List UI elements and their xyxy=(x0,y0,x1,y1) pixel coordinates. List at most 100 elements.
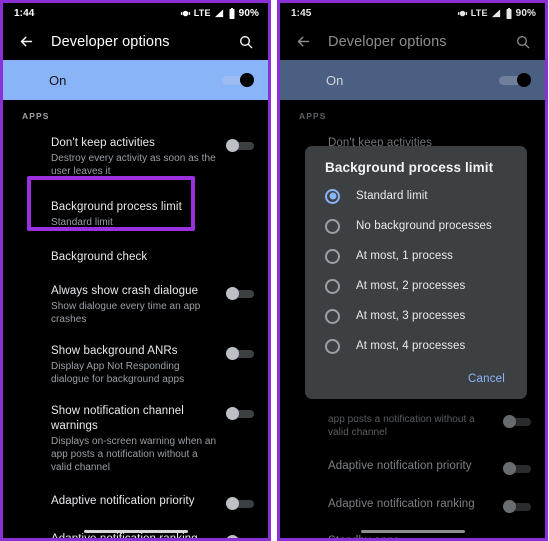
vibrate-icon xyxy=(457,8,468,19)
toggle-switch[interactable] xyxy=(226,287,254,300)
back-arrow-icon[interactable] xyxy=(292,31,314,53)
battery-icon xyxy=(228,7,236,19)
row-adaptive-notification-priority[interactable]: Adaptive notification priority xyxy=(3,483,268,521)
option-label: At most, 4 processes xyxy=(356,340,466,352)
status-time: 1:44 xyxy=(14,7,35,19)
toggle-switch[interactable] xyxy=(226,139,254,152)
row-title: Adaptive notification priority xyxy=(328,460,472,472)
radio-button[interactable] xyxy=(325,338,340,354)
row-adaptive-notification-priority[interactable]: Adaptive notification priority xyxy=(280,448,545,486)
toggle-switch[interactable] xyxy=(503,415,531,428)
switch-thumb xyxy=(503,462,516,475)
dialog-actions: Cancel xyxy=(305,361,527,393)
row-subtitle: Standard limit xyxy=(51,217,113,228)
switch-thumb xyxy=(226,407,239,420)
switch-thumb xyxy=(240,73,254,87)
battery-icon xyxy=(505,7,513,19)
page-title: Developer options xyxy=(51,33,170,50)
left-settings-list: Don't keep activities Destroy every acti… xyxy=(3,127,268,538)
switch-thumb xyxy=(226,139,239,152)
master-toggle-label: On xyxy=(49,72,67,88)
row-title: Show background ANRs xyxy=(51,345,178,357)
background-process-limit-dialog: Background process limit Standard limit … xyxy=(305,146,527,399)
toggle-switch[interactable] xyxy=(226,497,254,510)
row-title: Don't keep activities xyxy=(51,137,156,149)
row-subtitle: Display App Not Responding dialogue for … xyxy=(51,361,185,385)
toggle-switch[interactable] xyxy=(226,347,254,360)
signal-icon xyxy=(214,8,225,19)
row-title: Adaptive notification priority xyxy=(51,495,195,507)
row-title: Always show crash dialogue xyxy=(51,285,199,297)
option-label: Standard limit xyxy=(356,190,428,202)
developer-options-master-toggle-row[interactable]: On xyxy=(280,60,545,100)
row-subtitle: Displays on-screen warning when an app p… xyxy=(51,436,217,473)
toggle-switch[interactable] xyxy=(226,407,254,420)
developer-options-master-toggle-row[interactable]: On xyxy=(3,60,268,100)
radio-button[interactable] xyxy=(325,218,340,234)
switch-thumb xyxy=(226,535,239,538)
right-app-bar: Developer options xyxy=(280,23,545,60)
row-subtitle: Destroy every activity as soon as the us… xyxy=(51,153,216,177)
row-background-process-limit[interactable]: Background process limit Standard limit xyxy=(3,187,268,242)
back-arrow-icon[interactable] xyxy=(15,31,37,53)
dialog-option-at-most-2-processes[interactable]: At most, 2 processes xyxy=(305,271,527,301)
switch-thumb xyxy=(226,347,239,360)
toggle-switch[interactable] xyxy=(226,535,254,538)
radio-button[interactable] xyxy=(325,308,340,324)
radio-button-selected[interactable] xyxy=(325,188,340,204)
search-icon[interactable] xyxy=(235,31,257,53)
right-status-bar: 1:45 LTE 90% xyxy=(280,3,545,23)
battery-percent-label: 90% xyxy=(238,7,259,19)
network-type-label: LTE xyxy=(193,8,211,18)
row-title: Standby apps xyxy=(328,534,495,538)
row-background-check[interactable]: Background check xyxy=(3,242,268,275)
switch-thumb xyxy=(226,497,239,510)
cancel-button[interactable]: Cancel xyxy=(464,369,509,389)
row-subtitle: app posts a notification without a valid… xyxy=(328,414,475,438)
dialog-option-at-most-3-processes[interactable]: At most, 3 processes xyxy=(305,301,527,331)
right-phone-panel: 1:45 LTE 90% Developer options On APPS D… xyxy=(277,0,548,541)
switch-thumb xyxy=(503,415,516,428)
right-screen: 1:45 LTE 90% Developer options On APPS D… xyxy=(280,3,545,538)
left-phone-panel: 1:44 LTE 90% Developer options On APPS D… xyxy=(0,0,271,541)
master-toggle-switch[interactable] xyxy=(222,73,254,87)
row-title: Background check xyxy=(51,251,148,263)
left-screen: 1:44 LTE 90% Developer options On APPS D… xyxy=(3,3,268,538)
dialog-title: Background process limit xyxy=(325,160,494,175)
page-title: Developer options xyxy=(328,33,447,50)
dialog-option-at-most-1-process[interactable]: At most, 1 process xyxy=(305,241,527,271)
comparison-screenshots: 1:44 LTE 90% Developer options On APPS D… xyxy=(0,0,549,541)
row-show-background-anrs[interactable]: Show background ANRs Display App Not Res… xyxy=(3,335,268,395)
radio-button[interactable] xyxy=(325,278,340,294)
row-subtitle: Show dialogue every time an app crashes xyxy=(51,301,201,325)
section-header-apps: APPS xyxy=(299,111,327,121)
search-icon[interactable] xyxy=(512,31,534,53)
option-label: At most, 2 processes xyxy=(356,280,466,292)
row-notification-channel-warning-remainder[interactable]: app posts a notification without a valid… xyxy=(280,403,545,448)
switch-thumb xyxy=(503,500,516,513)
toggle-switch[interactable] xyxy=(503,462,531,475)
status-time: 1:45 xyxy=(291,7,312,19)
signal-icon xyxy=(491,8,502,19)
network-type-label: LTE xyxy=(470,8,488,18)
row-dont-keep-activities[interactable]: Don't keep activities Destroy every acti… xyxy=(3,127,268,187)
dialog-option-at-most-4-processes[interactable]: At most, 4 processes xyxy=(305,331,527,361)
row-title: Show notification channel warnings xyxy=(51,405,184,432)
left-app-bar: Developer options xyxy=(3,23,268,60)
row-title: Background process limit xyxy=(51,201,182,213)
home-indicator xyxy=(360,530,465,533)
master-toggle-label: On xyxy=(326,72,344,88)
radio-button[interactable] xyxy=(325,248,340,264)
toggle-switch[interactable] xyxy=(503,500,531,513)
row-always-show-crash-dialogue[interactable]: Always show crash dialogue Show dialogue… xyxy=(3,275,268,335)
dialog-option-no-background-processes[interactable]: No background processes xyxy=(305,211,527,241)
row-show-notification-channel-warnings[interactable]: Show notification channel warnings Displ… xyxy=(3,395,268,483)
switch-thumb xyxy=(226,287,239,300)
row-adaptive-notification-ranking[interactable]: Adaptive notification ranking xyxy=(280,486,545,524)
left-status-bar: 1:44 LTE 90% xyxy=(3,3,268,23)
row-title: Adaptive notification ranking xyxy=(328,498,475,510)
battery-percent-label: 90% xyxy=(515,7,536,19)
switch-thumb xyxy=(517,73,531,87)
master-toggle-switch[interactable] xyxy=(499,73,531,87)
dialog-option-standard-limit[interactable]: Standard limit xyxy=(305,181,527,211)
